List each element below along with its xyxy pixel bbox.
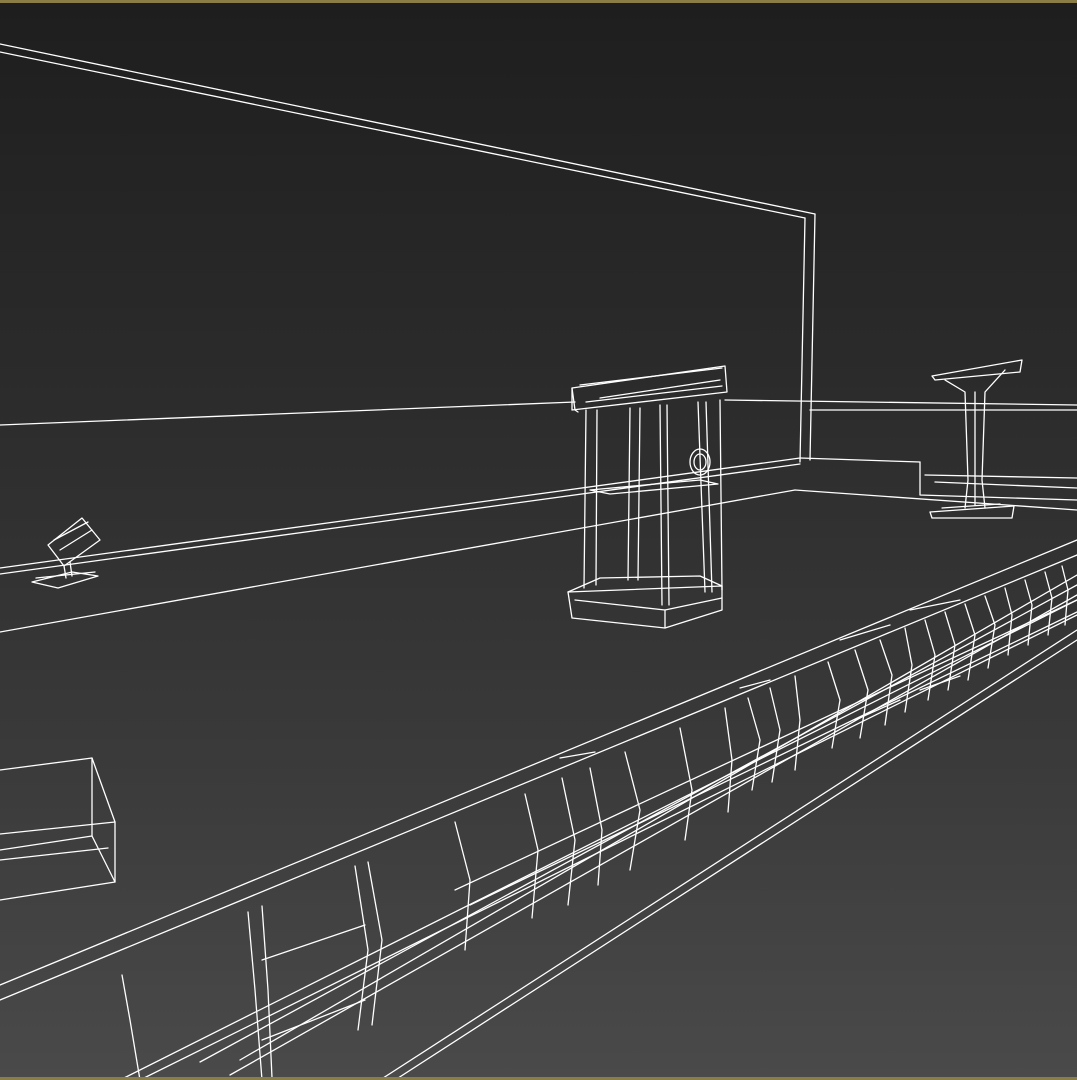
stage-rear-edge-wireframe[interactable] xyxy=(0,457,1077,633)
wireframe-scene[interactable] xyxy=(0,0,1077,1080)
foreground-box-wireframe[interactable] xyxy=(0,757,116,901)
microphone-stand-wireframe[interactable] xyxy=(929,359,1023,519)
stage-front-wireframe[interactable] xyxy=(0,539,1077,1080)
back-wall-wireframe[interactable] xyxy=(0,43,1077,463)
3d-viewport[interactable] xyxy=(0,0,1077,1080)
stage-spotlight-wireframe[interactable] xyxy=(31,517,101,589)
podium-wireframe[interactable] xyxy=(567,365,728,629)
